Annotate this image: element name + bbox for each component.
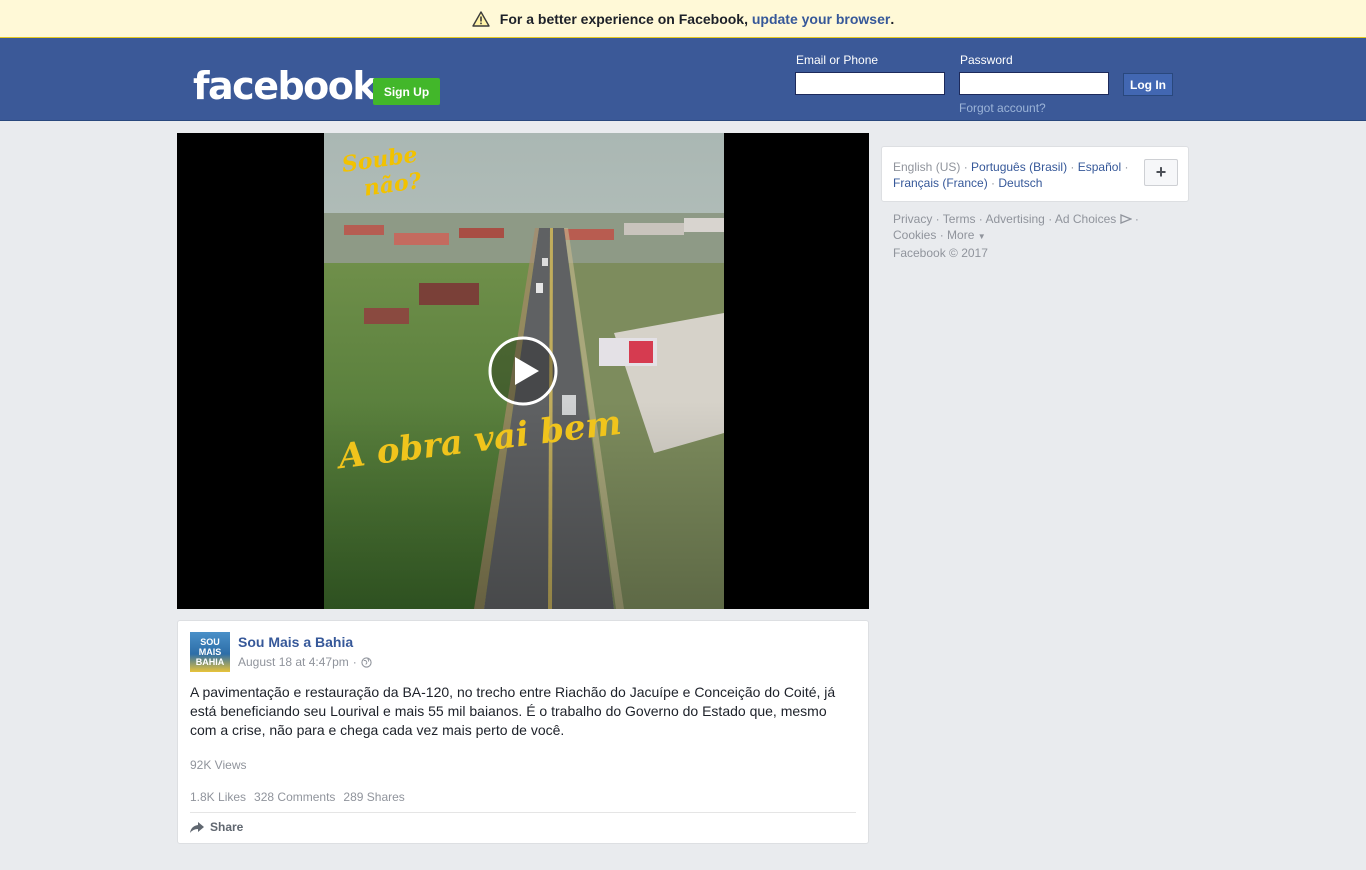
page-footer: Privacy · Terms · Advertising · Ad Choic… (893, 212, 1139, 260)
terms-link[interactable]: Terms (943, 212, 976, 226)
share-button[interactable]: Share (190, 820, 243, 834)
language-selector: English (US) · Português (Brasil) · Espa… (881, 146, 1189, 202)
cookies-link[interactable]: Cookies (893, 228, 936, 242)
play-icon[interactable] (488, 336, 558, 406)
language-pt-br[interactable]: Português (Brasil) (971, 160, 1067, 174)
more-languages-button[interactable]: + (1144, 159, 1178, 186)
page-name-link[interactable]: Sou Mais a Bahia (238, 634, 353, 650)
comments-count[interactable]: 328 Comments (254, 790, 335, 804)
update-browser-link[interactable]: update your browser (752, 11, 890, 27)
language-list: English (US) · Português (Brasil) · Espa… (893, 160, 1129, 190)
ad-choices-icon (1119, 214, 1132, 224)
avatar-line-3: BAHIA (195, 657, 225, 667)
banner-suffix: . (890, 10, 895, 27)
sign-up-button[interactable]: Sign Up (373, 78, 440, 105)
share-arrow-icon (190, 821, 204, 833)
likes-count[interactable]: 1.8K Likes (190, 790, 246, 804)
view-count: 92K Views (190, 758, 247, 772)
language-de[interactable]: Deutsch (998, 176, 1042, 190)
email-label: Email or Phone (796, 53, 879, 67)
warning-icon (472, 10, 490, 27)
post-text: A pavimentação e restauração da BA-120, … (190, 684, 836, 738)
password-label: Password (960, 53, 1013, 67)
caret-down-icon: ▼ (977, 232, 986, 241)
page-avatar[interactable]: SOU MAIS BAHIA (190, 632, 230, 672)
email-field[interactable] (795, 72, 945, 95)
forgot-account-link[interactable]: Forgot account? (959, 101, 1046, 115)
avatar-line-2: MAIS (198, 647, 222, 657)
current-language: English (US) (893, 160, 961, 174)
copyright: Facebook © 2017 (893, 246, 988, 260)
more-link[interactable]: More ▼ (947, 228, 986, 242)
log-in-button[interactable]: Log In (1123, 73, 1173, 96)
ad-choices-label: Ad Choices (1054, 212, 1117, 226)
advertising-link[interactable]: Advertising (985, 212, 1044, 226)
plus-icon: + (1155, 162, 1167, 182)
share-label: Share (210, 820, 244, 834)
browser-warning-banner: For a better experience on Facebook, upd… (0, 0, 1366, 38)
language-fr[interactable]: Français (France) (893, 176, 988, 190)
post-divider (190, 812, 856, 813)
password-field[interactable] (959, 72, 1109, 95)
banner-text: For a better experience on Facebook, (499, 10, 748, 27)
top-bar: facebook Sign Up Email or Phone Password… (0, 38, 1366, 121)
shares-count[interactable]: 289 Shares (343, 790, 404, 804)
post-timestamp[interactable]: August 18 at 4:47pm (238, 655, 349, 669)
globe-icon (361, 656, 372, 668)
video-player[interactable]: Soube não? A obra vai bem (177, 133, 869, 609)
post-stats: 1.8K Likes 328 Comments 289 Shares (190, 790, 405, 804)
more-label: More (947, 228, 975, 242)
privacy-link[interactable]: Privacy (893, 212, 932, 226)
language-es[interactable]: Español (1078, 160, 1121, 174)
ad-choices-link[interactable]: Ad Choices (1055, 212, 1132, 226)
meta-separator: · (352, 655, 357, 669)
avatar-line-1: SOU (200, 637, 220, 647)
post-meta: August 18 at 4:47pm · (238, 655, 372, 669)
facebook-logo[interactable]: facebook (193, 64, 378, 108)
post-card: SOU MAIS BAHIA Sou Mais a Bahia August 1… (177, 620, 869, 844)
